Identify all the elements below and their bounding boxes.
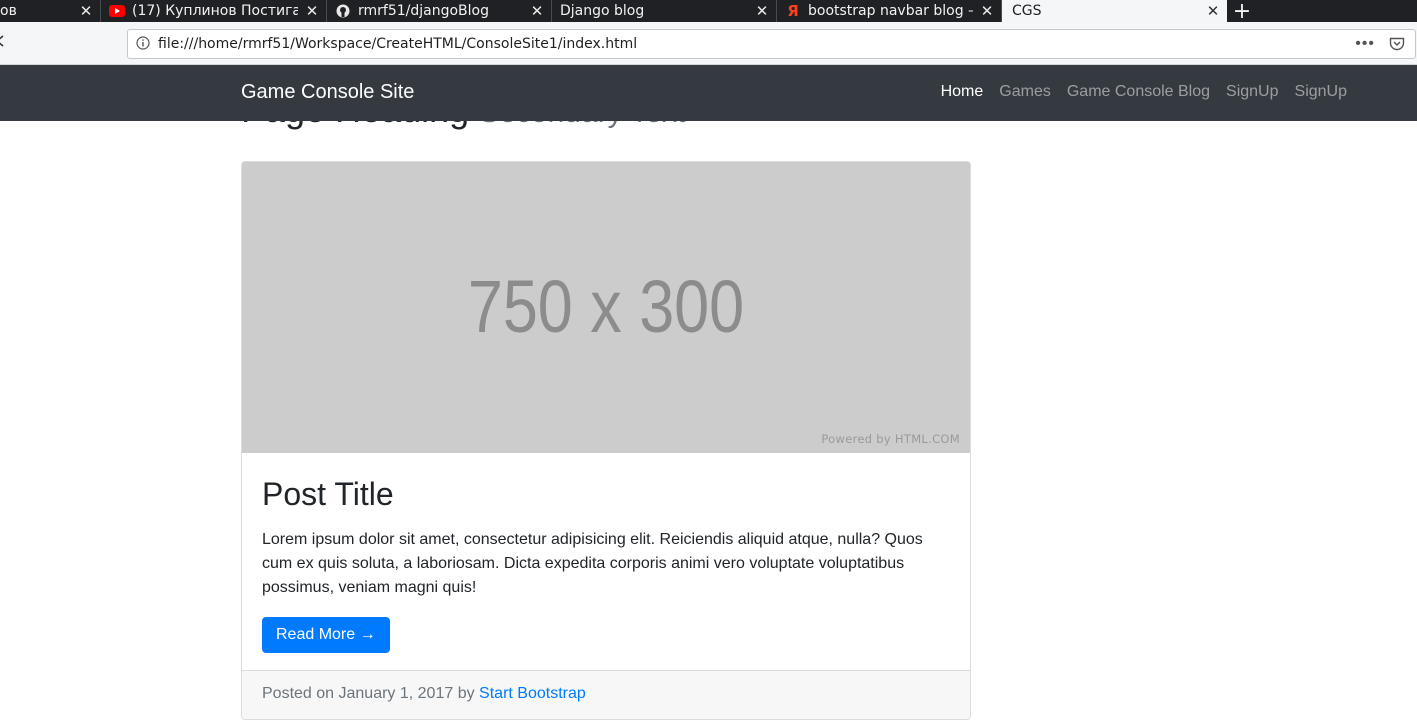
tab-label: (17) Куплинов Постигае [132, 3, 298, 19]
tab-label: CGS [1012, 3, 1042, 19]
nav-link-home[interactable]: Home [941, 83, 984, 101]
tab-yandex[interactable]: Я bootstrap navbar blog — ✕ [777, 0, 1002, 22]
nav-link-signup[interactable]: SignUp [1226, 83, 1278, 101]
tab-youtube[interactable]: (17) Куплинов Постигае ✕ [101, 0, 327, 22]
tab-cgs[interactable]: CGS ✕ [1002, 0, 1227, 22]
navbar-brand[interactable]: Game Console Site [241, 81, 414, 104]
yandex-icon: Я [787, 2, 799, 20]
tab-label: bootstrap navbar blog — [808, 3, 973, 19]
tab-close-icon[interactable]: ✕ [523, 2, 551, 20]
back-arrow-icon[interactable] [0, 34, 8, 52]
browser-tab-strip: ов ✕ (17) Куплинов Постигае ✕ rmrf51/dja… [0, 0, 1417, 24]
new-tab-button[interactable]: + [1227, 0, 1257, 24]
tab-close-icon[interactable]: ✕ [748, 2, 776, 20]
url-actions: ••• [1355, 35, 1415, 53]
post-image-placeholder: 750 x 300 Powered by HTML.COM [242, 162, 970, 453]
pocket-icon[interactable] [1389, 37, 1405, 52]
posted-on-text: Posted on January 1, 2017 by [262, 685, 475, 702]
read-more-button[interactable]: Read More → [262, 617, 390, 653]
youtube-icon [109, 4, 125, 18]
tab-label: Django blog [560, 3, 645, 19]
tab-github[interactable]: rmrf51/djangoBlog ✕ [327, 0, 552, 22]
post-excerpt: Lorem ipsum dolor sit amet, consectetur … [262, 531, 923, 596]
url-text[interactable]: file:///home/rmrf51/Workspace/CreateHTML… [158, 36, 1355, 52]
image-credit: Powered by HTML.COM [821, 432, 960, 446]
nav-link-games[interactable]: Games [999, 83, 1051, 101]
blog-post-card: 750 x 300 Powered by HTML.COM Post Title… [241, 161, 971, 720]
tab-close-icon[interactable]: ✕ [973, 2, 1001, 20]
site-navbar: Game Console Site Home Games Game Consol… [0, 65, 1417, 121]
nav-link-game-console-blog[interactable]: Game Console Blog [1067, 83, 1210, 101]
address-bar[interactable]: file:///home/rmrf51/Workspace/CreateHTML… [127, 29, 1416, 59]
browser-toolbar: file:///home/rmrf51/Workspace/CreateHTML… [0, 22, 1417, 65]
tab-label: ов [0, 3, 17, 19]
tab-close-icon[interactable]: ✕ [298, 2, 326, 20]
navbar-links: Home Games Game Console Blog SignUp Sign… [941, 83, 1347, 101]
tab-close-icon[interactable]: ✕ [72, 2, 100, 20]
tab-django-blog[interactable]: Django blog ✕ [552, 0, 777, 22]
card-body: Post Title Lorem ipsum dolor sit amet, c… [262, 453, 952, 653]
author-link[interactable]: Start Bootstrap [479, 685, 586, 702]
nav-link-signup-2[interactable]: SignUp [1295, 83, 1347, 101]
github-icon [335, 4, 351, 18]
post-title: Post Title [262, 476, 394, 512]
tab-label: rmrf51/djangoBlog [358, 3, 489, 19]
tab-close-icon[interactable]: ✕ [1199, 2, 1227, 20]
info-icon[interactable] [128, 35, 158, 53]
page-viewport: Page Heading Secondary Text Game Console… [0, 65, 1417, 721]
tab-partial[interactable]: ов ✕ [0, 0, 101, 22]
card-footer: Posted on January 1, 2017 by Start Boots… [242, 670, 970, 719]
placeholder-dimensions: 750 x 300 [467, 265, 745, 348]
page-actions-icon[interactable]: ••• [1355, 35, 1375, 53]
